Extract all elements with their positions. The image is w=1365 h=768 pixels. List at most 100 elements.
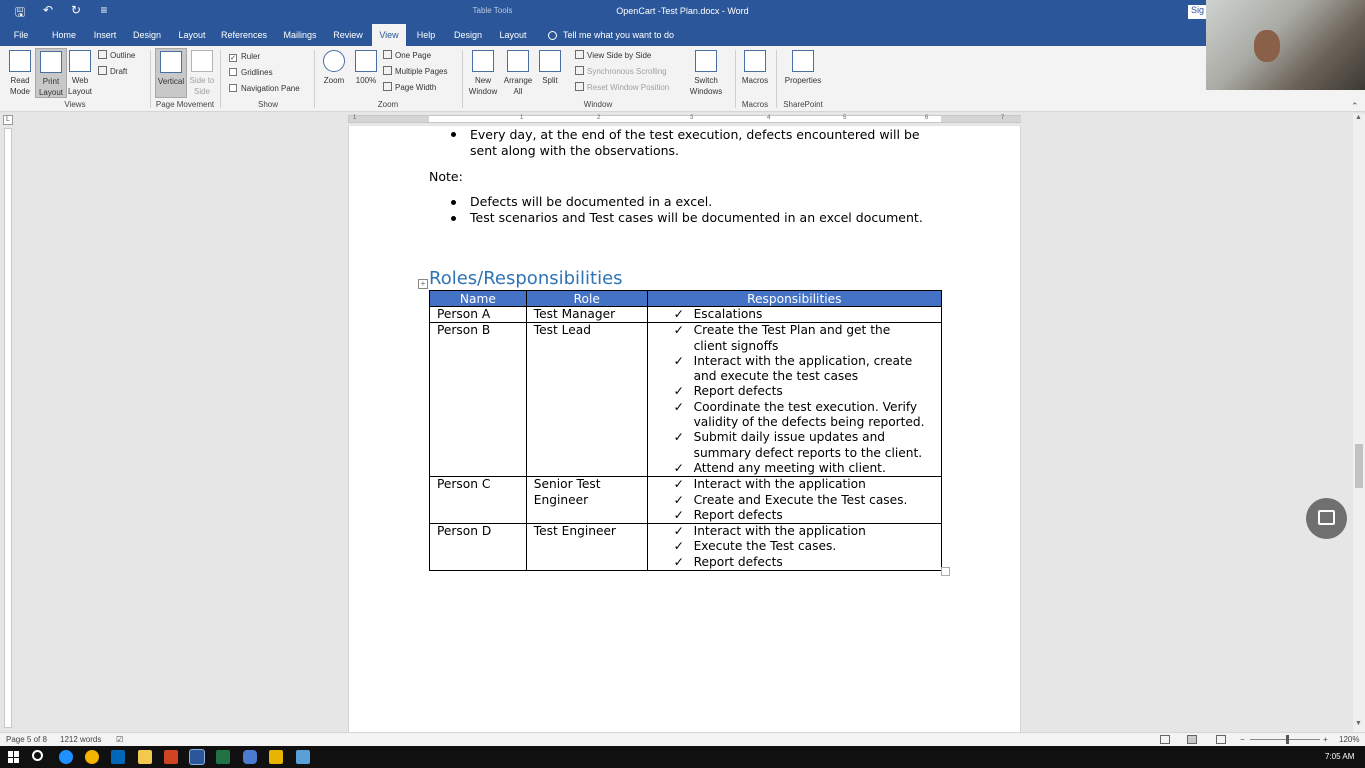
ruler-checkbox[interactable]: ✓ Ruler — [229, 50, 260, 64]
file-explorer-icon[interactable] — [138, 750, 152, 764]
tab-selector-icon[interactable]: L — [3, 115, 13, 125]
zoom-slider[interactable] — [1250, 739, 1320, 740]
notepad-icon[interactable] — [296, 750, 310, 764]
tab-design[interactable]: Design — [128, 24, 166, 46]
cell-responsibilities[interactable]: ✓ Escalations — [646, 305, 943, 324]
tab-help[interactable]: Help — [412, 24, 440, 46]
checkbox-icon — [229, 68, 237, 76]
powerpoint-icon[interactable] — [164, 750, 178, 764]
gridlines-checkbox[interactable]: Gridlines — [229, 66, 273, 80]
cell-responsibilities[interactable]: ✓ Interact with the application ✓ Execute … — [646, 523, 943, 572]
exit-fullscreen-button[interactable] — [1306, 498, 1347, 539]
group-separator — [735, 50, 736, 108]
tab-home[interactable]: Home — [46, 24, 82, 46]
tab-layout[interactable]: Layout — [172, 24, 212, 46]
group-label-zoom: Zoom — [377, 100, 399, 109]
zoom-button[interactable]: Zoom — [318, 48, 350, 98]
zoom-slider-knob[interactable] — [1286, 735, 1289, 744]
reset-window-position-button[interactable]: Reset Window Position — [575, 81, 669, 95]
scroll-down-icon[interactable]: ▼ — [1355, 720, 1362, 727]
tab-table-layout[interactable]: Layout — [494, 24, 532, 46]
cell-name[interactable]: Person A — [429, 305, 527, 324]
print-layout-button[interactable]: Print Layout — [35, 48, 67, 98]
tab-review[interactable]: Review — [328, 24, 368, 46]
web-layout-view-icon[interactable] — [1216, 735, 1226, 744]
taskbar-clock[interactable]: 7:05 AM — [1325, 752, 1354, 761]
cell-responsibilities[interactable]: ✓ Create the Test Plan and get the client… — [646, 322, 943, 478]
magnifier-icon — [323, 50, 345, 72]
macros-button[interactable]: Macros — [739, 48, 771, 98]
excel-icon[interactable] — [216, 750, 230, 764]
windows-start-icon[interactable] — [8, 751, 20, 763]
search-icon[interactable] — [32, 750, 43, 761]
chrome-browser-icon[interactable] — [85, 750, 99, 764]
properties-icon — [792, 50, 814, 72]
view-side-by-side-button[interactable]: View Side by Side — [575, 49, 651, 63]
zoom-in-icon[interactable]: + — [1323, 735, 1328, 744]
tab-view[interactable]: View — [372, 24, 406, 46]
word-count[interactable]: 1212 words — [60, 735, 101, 744]
cell-name[interactable]: Person C — [429, 476, 527, 525]
tell-me-search[interactable]: Tell me what you want to do — [548, 24, 674, 46]
cell-responsibilities[interactable]: ✓ Interact with the application ✓ Create a… — [646, 476, 943, 525]
responsibility-item: ✓ Coordinate the test execution. Verify v… — [648, 400, 941, 431]
zoom-out-icon[interactable]: − — [1240, 735, 1245, 744]
document-page[interactable]: Every day, at the end of the test execut… — [348, 126, 1021, 732]
page-count[interactable]: Page 5 of 8 — [6, 735, 47, 744]
roles-table[interactable]: Name Role Responsibilities Person A Test… — [429, 290, 943, 572]
vertical-scrollbar[interactable]: ▲ ▼ — [1353, 114, 1365, 732]
tab-table-design[interactable]: Design — [450, 24, 486, 46]
table-resize-handle[interactable] — [941, 567, 950, 576]
scroll-up-icon[interactable]: ▲ — [1355, 114, 1362, 121]
edge-browser-icon[interactable] — [59, 750, 73, 764]
sticky-notes-icon[interactable] — [269, 750, 283, 764]
split-button[interactable]: Split — [534, 48, 566, 98]
vertical-button[interactable]: Vertical — [155, 48, 187, 98]
draft-button[interactable]: Draft — [98, 65, 127, 79]
synchronous-scrolling-button[interactable]: Synchronous Scrolling — [575, 65, 667, 79]
responsibility-item: ✓ Escalations — [648, 307, 941, 322]
zoom-level[interactable]: 120% — [1339, 735, 1359, 744]
cell-role[interactable]: Test Manager — [525, 305, 648, 324]
cell-name[interactable]: Person B — [429, 322, 527, 478]
cell-role[interactable]: Test Engineer — [525, 523, 648, 572]
table-move-handle-icon[interactable]: + — [418, 279, 428, 289]
read-mode-view-icon[interactable] — [1160, 735, 1170, 744]
proofing-icon[interactable]: ☑ — [116, 735, 123, 744]
navigation-pane-checkbox[interactable]: Navigation Pane — [229, 82, 300, 96]
page-width-button[interactable]: Page Width — [383, 81, 436, 95]
word-icon[interactable] — [189, 749, 205, 765]
zoom-100-button[interactable]: 100% — [350, 48, 382, 98]
cell-role[interactable]: Test Lead — [525, 322, 648, 478]
cell-role[interactable]: Senior Test Engineer — [525, 476, 648, 525]
one-page-label: One Page — [395, 51, 432, 60]
collapse-ribbon-icon[interactable]: ⌃ — [1351, 101, 1359, 112]
bullet-text: Every day, at the end of the test execut… — [470, 127, 920, 142]
properties-button[interactable]: Properties — [782, 48, 824, 98]
read-mode-button[interactable]: Read Mode — [4, 48, 36, 98]
lightbulb-icon — [548, 31, 557, 41]
multiple-pages-button[interactable]: Multiple Pages — [383, 65, 447, 79]
arrange-all-button[interactable]: Arrange All — [502, 48, 534, 98]
scrollbar-thumb[interactable] — [1355, 444, 1363, 488]
outline-button[interactable]: Outline — [98, 49, 135, 63]
macros-icon — [744, 50, 766, 72]
side-to-side-button[interactable]: Side to Side — [186, 48, 218, 98]
new-window-button[interactable]: New Window — [467, 48, 499, 98]
tab-insert[interactable]: Insert — [88, 24, 122, 46]
tab-mailings[interactable]: Mailings — [278, 24, 322, 46]
outlook-icon[interactable] — [111, 750, 125, 764]
sign-in-button[interactable]: Sig — [1188, 5, 1208, 19]
cell-name[interactable]: Person D — [429, 523, 527, 572]
tab-references[interactable]: References — [218, 24, 270, 46]
vertical-ruler[interactable] — [4, 128, 12, 728]
web-layout-button[interactable]: Web Layout — [64, 48, 96, 98]
horizontal-ruler[interactable]: 1 1 2 3 4 5 6 7 — [348, 115, 1021, 123]
print-layout-view-icon[interactable] — [1187, 735, 1197, 744]
switch-windows-button[interactable]: Switch Windows — [686, 48, 726, 98]
ruler-left-margin — [349, 116, 429, 122]
one-page-button[interactable]: One Page — [383, 49, 431, 63]
zoom-meeting-icon[interactable] — [243, 750, 257, 764]
responsibility-item: ✓ Execute the Test cases. — [648, 539, 941, 554]
tab-file[interactable]: File — [8, 24, 34, 46]
